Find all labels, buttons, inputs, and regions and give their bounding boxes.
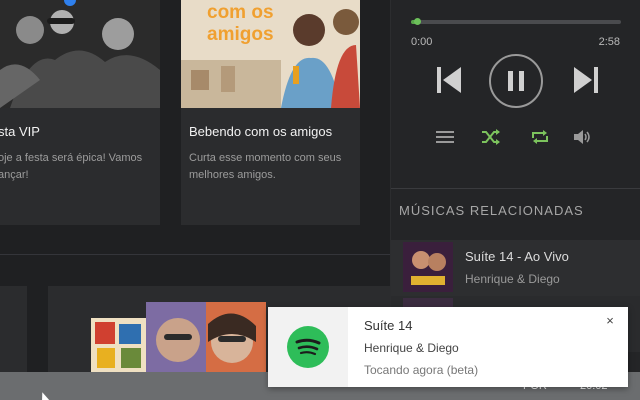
related-song-title: Suíte 14 - Ao Vivo	[465, 249, 569, 264]
queue-icon	[436, 131, 454, 143]
friends-drinking-image: com os amigos	[181, 0, 360, 108]
skip-forward-icon	[574, 67, 598, 93]
album-cover-image	[403, 242, 453, 292]
playlist-card-vip[interactable]: sta VIP oje a festa será épica! Vamos an…	[0, 0, 160, 225]
current-time: 0:00	[411, 36, 433, 48]
notification-title: Suíte 14	[364, 318, 413, 333]
shuffle-button[interactable]	[480, 128, 502, 146]
related-songs-heading: MÚSICAS RELACIONADAS	[399, 203, 584, 218]
now-playing-notification[interactable]: Suíte 14 Henrique & Diego Tocando agora …	[268, 307, 628, 387]
repeat-button[interactable]	[529, 128, 551, 146]
close-icon[interactable]: ×	[602, 313, 618, 329]
repeat-icon	[532, 130, 548, 144]
volume-button[interactable]	[572, 128, 594, 146]
card-overlay-text: com os amigos	[207, 2, 274, 45]
notification-icon-area	[268, 307, 348, 387]
related-song-item[interactable]: Suíte 14 - Ao Vivo Henrique & Diego	[391, 240, 640, 296]
notification-status: Tocando agora (beta)	[364, 363, 479, 377]
card-title: Bebendo com os amigos	[189, 124, 333, 139]
selfie-image	[146, 302, 266, 372]
card-placeholder[interactable]	[0, 286, 27, 376]
playlist-card-friends[interactable]: com os amigos Bebendo com os amigos Curt…	[181, 0, 360, 225]
progress-bar[interactable]	[411, 20, 621, 24]
play-pause-button[interactable]	[489, 54, 543, 108]
volume-icon	[574, 130, 590, 144]
shuffle-icon	[482, 129, 500, 145]
queue-button[interactable]	[434, 128, 456, 146]
notification-artist: Henrique & Diego	[364, 341, 459, 355]
section-divider	[0, 254, 390, 255]
poster-image	[91, 318, 147, 372]
app-root: sta VIP oje a festa será épica! Vamos an…	[0, 0, 640, 400]
spotify-logo-icon	[287, 326, 329, 368]
related-song-artist: Henrique & Diego	[465, 272, 560, 286]
pause-icon	[508, 71, 524, 91]
card-description: Curta esse momento com seus melhores ami…	[189, 152, 342, 181]
previous-button[interactable]	[434, 62, 464, 98]
party-people-image	[0, 0, 160, 108]
card-title: sta VIP	[0, 124, 40, 139]
track-duration: 2:58	[598, 36, 620, 48]
skip-back-icon	[437, 67, 461, 93]
card-description: oje a festa será épica! Vamos ançar!	[0, 152, 143, 181]
playlist-cards: sta VIP oje a festa será épica! Vamos an…	[0, 0, 390, 255]
next-button[interactable]	[571, 62, 601, 98]
panel-divider	[391, 188, 640, 189]
